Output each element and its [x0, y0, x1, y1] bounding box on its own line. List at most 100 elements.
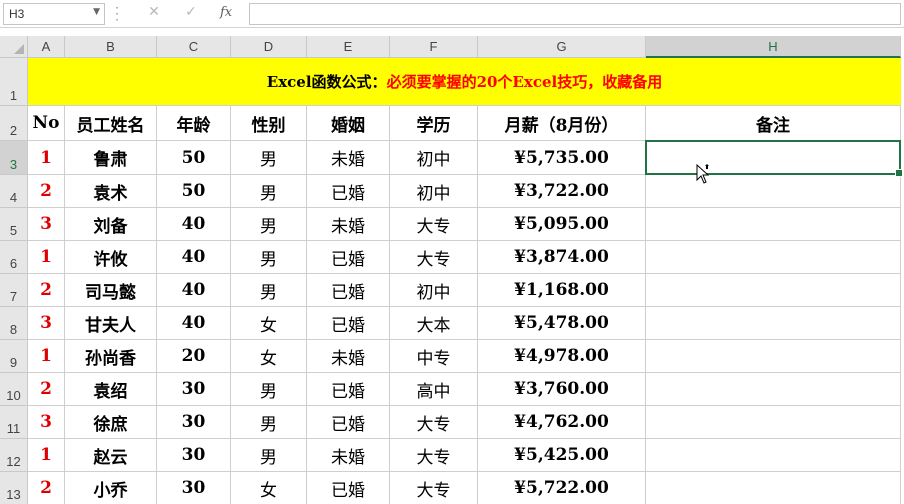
data-cell[interactable]: 男	[231, 141, 307, 175]
data-cell[interactable]: 女	[231, 472, 307, 504]
remark-cell[interactable]	[646, 175, 901, 208]
insert-function-icon[interactable]: fx	[220, 5, 232, 20]
data-cell[interactable]: 已婚	[307, 175, 390, 208]
data-cell[interactable]: 未婚	[307, 340, 390, 373]
data-cell[interactable]: 女	[231, 307, 307, 340]
data-cell[interactable]: 男	[231, 274, 307, 307]
name-box[interactable]: H3 ▼	[3, 3, 105, 25]
data-cell[interactable]: 1	[28, 241, 65, 274]
row-header-11[interactable]: 11	[0, 406, 28, 439]
title-cell[interactable]: Excel函数公式： 必须要掌握的20个Excel技巧，收藏备用	[28, 58, 901, 106]
data-cell[interactable]: 中专	[390, 340, 478, 373]
data-cell[interactable]: 大专	[390, 241, 478, 274]
data-cell[interactable]: ¥3,874.00	[478, 241, 646, 274]
header-cell[interactable]: 月薪（8月份）	[478, 106, 646, 141]
remark-cell[interactable]	[646, 340, 901, 373]
data-cell[interactable]: 大专	[390, 406, 478, 439]
column-header-a[interactable]: A	[28, 36, 65, 58]
data-cell[interactable]: ¥5,425.00	[478, 439, 646, 472]
data-cell[interactable]: 已婚	[307, 274, 390, 307]
header-cell[interactable]: 备注	[646, 106, 901, 141]
data-cell[interactable]: 大专	[390, 439, 478, 472]
row-header-2[interactable]: 2	[0, 106, 28, 141]
data-cell[interactable]: 已婚	[307, 472, 390, 504]
data-cell[interactable]: ¥4,978.00	[478, 340, 646, 373]
data-cell[interactable]: ¥5,722.00	[478, 472, 646, 504]
data-cell[interactable]: 3	[28, 208, 65, 241]
data-cell[interactable]: 50	[157, 141, 231, 175]
data-cell[interactable]: 甘夫人	[65, 307, 157, 340]
header-cell[interactable]: No	[28, 106, 65, 141]
data-cell[interactable]: 刘备	[65, 208, 157, 241]
data-cell[interactable]: 男	[231, 406, 307, 439]
header-cell[interactable]: 性别	[231, 106, 307, 141]
data-cell[interactable]: 1	[28, 141, 65, 175]
remark-cell[interactable]	[646, 141, 901, 175]
header-cell[interactable]: 年龄	[157, 106, 231, 141]
data-cell[interactable]: 高中	[390, 373, 478, 406]
data-cell[interactable]: 男	[231, 373, 307, 406]
data-cell[interactable]: 男	[231, 439, 307, 472]
data-cell[interactable]: 20	[157, 340, 231, 373]
data-cell[interactable]: 大专	[390, 472, 478, 504]
data-cell[interactable]: 女	[231, 340, 307, 373]
data-cell[interactable]: 男	[231, 175, 307, 208]
data-cell[interactable]: ¥3,722.00	[478, 175, 646, 208]
data-cell[interactable]: 2	[28, 274, 65, 307]
data-cell[interactable]: 30	[157, 439, 231, 472]
column-header-e[interactable]: E	[307, 36, 390, 58]
data-cell[interactable]: 40	[157, 241, 231, 274]
data-cell[interactable]: 40	[157, 307, 231, 340]
row-header-10[interactable]: 10	[0, 373, 28, 406]
data-cell[interactable]: ¥1,168.00	[478, 274, 646, 307]
remark-cell[interactable]	[646, 472, 901, 504]
data-cell[interactable]: 2	[28, 472, 65, 504]
column-header-d[interactable]: D	[231, 36, 307, 58]
header-cell[interactable]: 学历	[390, 106, 478, 141]
header-cell[interactable]: 婚姻	[307, 106, 390, 141]
column-header-g[interactable]: G	[478, 36, 646, 58]
column-header-b[interactable]: B	[65, 36, 157, 58]
data-cell[interactable]: 小乔	[65, 472, 157, 504]
column-header-c[interactable]: C	[157, 36, 231, 58]
enter-icon[interactable]: ✓	[181, 4, 201, 20]
cancel-icon[interactable]: ✕	[144, 4, 164, 20]
data-cell[interactable]: 男	[231, 208, 307, 241]
data-cell[interactable]: 3	[28, 406, 65, 439]
remark-cell[interactable]	[646, 439, 901, 472]
remark-cell[interactable]	[646, 241, 901, 274]
data-cell[interactable]: 男	[231, 241, 307, 274]
chevron-down-icon[interactable]: ▼	[93, 7, 100, 17]
remark-cell[interactable]	[646, 307, 901, 340]
column-header-h[interactable]: H	[646, 36, 901, 58]
data-cell[interactable]: 袁绍	[65, 373, 157, 406]
data-cell[interactable]: 司马懿	[65, 274, 157, 307]
data-cell[interactable]: 30	[157, 373, 231, 406]
data-cell[interactable]: 孙尚香	[65, 340, 157, 373]
remark-cell[interactable]	[646, 373, 901, 406]
data-cell[interactable]: 已婚	[307, 241, 390, 274]
data-cell[interactable]: 已婚	[307, 406, 390, 439]
data-cell[interactable]: ¥5,095.00	[478, 208, 646, 241]
data-cell[interactable]: ¥5,735.00	[478, 141, 646, 175]
formula-input[interactable]	[249, 3, 901, 25]
row-header-7[interactable]: 7	[0, 274, 28, 307]
data-cell[interactable]: 初中	[390, 274, 478, 307]
remark-cell[interactable]	[646, 208, 901, 241]
data-cell[interactable]: 许攸	[65, 241, 157, 274]
row-header-13[interactable]: 13	[0, 472, 28, 504]
data-cell[interactable]: 50	[157, 175, 231, 208]
data-cell[interactable]: ¥4,762.00	[478, 406, 646, 439]
data-cell[interactable]: 未婚	[307, 208, 390, 241]
data-cell[interactable]: 1	[28, 439, 65, 472]
data-cell[interactable]: 3	[28, 307, 65, 340]
row-header-6[interactable]: 6	[0, 241, 28, 274]
data-cell[interactable]: 袁术	[65, 175, 157, 208]
data-cell[interactable]: 30	[157, 406, 231, 439]
remark-cell[interactable]	[646, 406, 901, 439]
data-cell[interactable]: 大专	[390, 208, 478, 241]
data-cell[interactable]: ¥3,760.00	[478, 373, 646, 406]
data-cell[interactable]: 赵云	[65, 439, 157, 472]
data-cell[interactable]: 已婚	[307, 307, 390, 340]
row-header-3[interactable]: 3	[0, 141, 28, 175]
